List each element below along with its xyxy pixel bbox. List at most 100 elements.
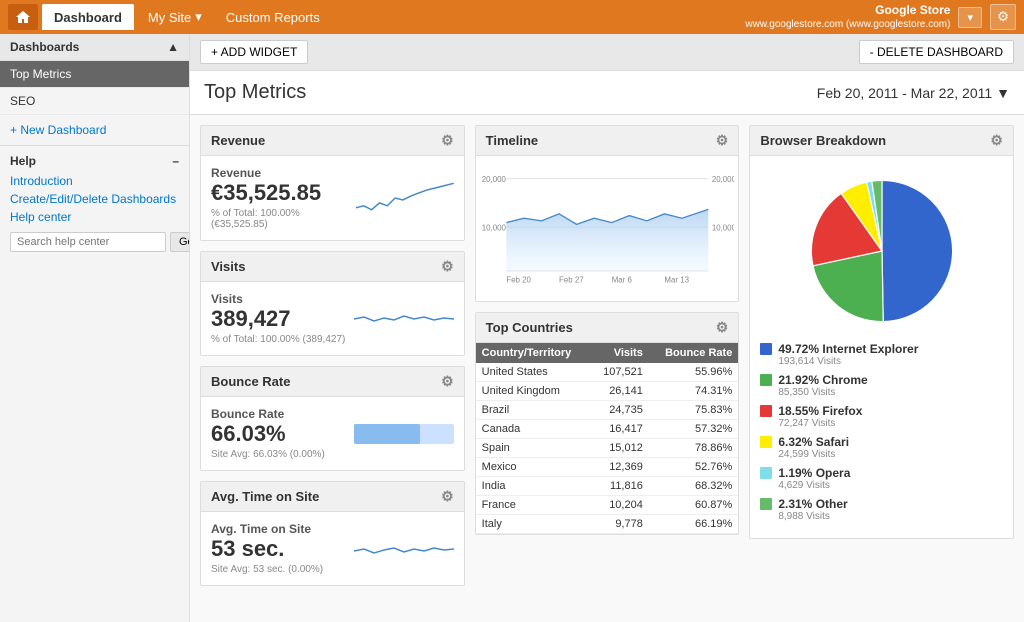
add-widget-button[interactable]: + ADD WIDGET <box>200 40 308 64</box>
pie-chart-container <box>760 166 1003 336</box>
table-row[interactable]: Italy 9,778 66.19% <box>476 515 739 534</box>
bounce-cell: 74.31% <box>649 382 738 401</box>
col-bounce[interactable]: Bounce Rate <box>649 343 738 363</box>
legend-item: 18.55% Firefox 72,247 Visits <box>760 404 1003 429</box>
revenue-values: Revenue €35,525.85 % of Total: 100.00% (… <box>211 166 356 230</box>
svg-text:10,000: 10,000 <box>711 224 734 233</box>
help-collapse-icon[interactable]: – <box>172 154 179 168</box>
revenue-sparkline <box>356 178 454 218</box>
new-dashboard-link[interactable]: + New Dashboard <box>0 115 189 146</box>
bounce-values: Bounce Rate 66.03% Site Avg: 66.03% (0.0… <box>211 407 325 460</box>
widget-revenue: Revenue ⚙ Revenue €35,525.85 % of Total:… <box>200 125 465 241</box>
delete-dashboard-button[interactable]: - DELETE DASHBOARD <box>859 40 1014 64</box>
widget-top-countries-gear[interactable]: ⚙ <box>716 319 729 336</box>
col-visits[interactable]: Visits <box>590 343 648 363</box>
country-cell: United States <box>476 363 591 382</box>
middle-column: Timeline ⚙ 20,000 10,000 <box>475 125 740 586</box>
legend-text: 1.19% Opera 4,629 Visits <box>778 466 850 491</box>
legend-color-box <box>760 374 772 386</box>
visits-cell: 15,012 <box>590 439 648 458</box>
legend-text: 2.31% Other 8,988 Visits <box>778 497 847 522</box>
site-dropdown-button[interactable]: ▾ <box>958 7 982 28</box>
visits-cell: 24,735 <box>590 401 648 420</box>
home-button[interactable] <box>8 4 38 30</box>
widget-top-countries: Top Countries ⚙ Country/Territory Visits… <box>475 312 740 535</box>
help-link-help-center[interactable]: Help center <box>10 210 179 224</box>
widget-avg-time-body: Avg. Time on Site 53 sec. Site Avg: 53 s… <box>201 512 464 585</box>
widget-top-countries-body: Country/Territory Visits Bounce Rate Uni… <box>476 343 739 534</box>
widget-revenue-gear[interactable]: ⚙ <box>441 132 454 149</box>
widget-avg-time-gear[interactable]: ⚙ <box>441 488 454 505</box>
nav-my-site[interactable]: My Site ▾ <box>138 5 212 29</box>
widget-visits-body: Visits 389,427 % of Total: 100.00% (389,… <box>201 282 464 355</box>
tab-dashboard[interactable]: Dashboard <box>42 4 134 30</box>
widget-top-countries-header: Top Countries ⚙ <box>476 313 739 343</box>
widget-revenue-header: Revenue ⚙ <box>201 126 464 156</box>
search-button[interactable]: Go <box>170 232 190 252</box>
widget-browser-breakdown: Browser Breakdown ⚙ 49.72% Internet Expl… <box>749 125 1014 539</box>
widget-timeline: Timeline ⚙ 20,000 10,000 <box>475 125 740 302</box>
legend-color-box <box>760 436 772 448</box>
col-country[interactable]: Country/Territory <box>476 343 591 363</box>
sidebar: Dashboards ▲ Top Metrics SEO + New Dashb… <box>0 34 190 622</box>
dashboards-label: Dashboards <box>10 40 79 54</box>
main-layout: Dashboards ▲ Top Metrics SEO + New Dashb… <box>0 34 1024 622</box>
widgets-grid: Revenue ⚙ Revenue €35,525.85 % of Total:… <box>190 115 1024 596</box>
bounce-cell: 75.83% <box>649 401 738 420</box>
revenue-metric-row: Revenue €35,525.85 % of Total: 100.00% (… <box>211 166 454 230</box>
legend-item: 1.19% Opera 4,629 Visits <box>760 466 1003 491</box>
svg-text:Mar 6: Mar 6 <box>611 275 632 284</box>
main-header: Top Metrics Feb 20, 2011 - Mar 22, 2011 … <box>190 71 1024 115</box>
table-row[interactable]: Spain 15,012 78.86% <box>476 439 739 458</box>
table-row[interactable]: United Kingdom 26,141 74.31% <box>476 382 739 401</box>
widget-browser-gear[interactable]: ⚙ <box>990 132 1003 149</box>
bounce-cell: 68.32% <box>649 477 738 496</box>
date-range-text: Feb 20, 2011 - Mar 22, 2011 <box>817 85 992 101</box>
legend-item: 49.72% Internet Explorer 193,614 Visits <box>760 342 1003 367</box>
sidebar-item-top-metrics[interactable]: Top Metrics <box>0 61 189 88</box>
pie-chart <box>807 176 957 326</box>
help-header: Help – <box>10 154 179 168</box>
table-row[interactable]: Canada 16,417 57.32% <box>476 420 739 439</box>
legend-item: 2.31% Other 8,988 Visits <box>760 497 1003 522</box>
visits-cell: 107,521 <box>590 363 648 382</box>
widget-bounce-gear[interactable]: ⚙ <box>441 373 454 390</box>
collapse-icon[interactable]: ▲ <box>167 40 179 54</box>
widget-bounce-header: Bounce Rate ⚙ <box>201 367 464 397</box>
help-search-form: Go <box>10 232 179 252</box>
table-row[interactable]: Mexico 12,369 52.76% <box>476 458 739 477</box>
legend-item: 6.32% Safari 24,599 Visits <box>760 435 1003 460</box>
dashboards-section-header: Dashboards ▲ <box>0 34 189 61</box>
sidebar-item-seo[interactable]: SEO <box>0 88 189 115</box>
visits-cell: 26,141 <box>590 382 648 401</box>
legend-color-box <box>760 405 772 417</box>
country-cell: United Kingdom <box>476 382 591 401</box>
visits-cell: 9,778 <box>590 515 648 534</box>
table-row[interactable]: France 10,204 60.87% <box>476 496 739 515</box>
settings-button[interactable]: ⚙ <box>990 4 1016 30</box>
help-link-introduction[interactable]: Introduction <box>10 174 179 188</box>
widget-browser-header: Browser Breakdown ⚙ <box>750 126 1013 156</box>
search-input[interactable] <box>10 232 166 252</box>
widget-visits-gear[interactable]: ⚙ <box>441 258 454 275</box>
nav-custom-reports[interactable]: Custom Reports <box>216 6 330 29</box>
legend-item: 21.92% Chrome 85,350 Visits <box>760 373 1003 398</box>
legend-color-box <box>760 467 772 479</box>
visits-cell: 11,816 <box>590 477 648 496</box>
legend-color-box <box>760 498 772 510</box>
bounce-cell: 55.96% <box>649 363 738 382</box>
main-content: + ADD WIDGET - DELETE DASHBOARD Top Metr… <box>190 34 1024 622</box>
widget-visits-header: Visits ⚙ <box>201 252 464 282</box>
widget-timeline-gear[interactable]: ⚙ <box>716 132 729 149</box>
legend-text: 49.72% Internet Explorer 193,614 Visits <box>778 342 918 367</box>
visits-sparkline <box>354 299 454 339</box>
date-range-picker[interactable]: Feb 20, 2011 - Mar 22, 2011 ▼ <box>817 85 1010 101</box>
table-row[interactable]: India 11,816 68.32% <box>476 477 739 496</box>
svg-text:Mar 13: Mar 13 <box>664 275 689 284</box>
widget-bounce-body: Bounce Rate 66.03% Site Avg: 66.03% (0.0… <box>201 397 464 470</box>
help-link-create-edit-delete[interactable]: Create/Edit/Delete Dashboards <box>10 192 179 206</box>
table-row[interactable]: Brazil 24,735 75.83% <box>476 401 739 420</box>
visits-metric-row: Visits 389,427 % of Total: 100.00% (389,… <box>211 292 454 345</box>
table-row[interactable]: United States 107,521 55.96% <box>476 363 739 382</box>
help-title: Help <box>10 154 36 168</box>
